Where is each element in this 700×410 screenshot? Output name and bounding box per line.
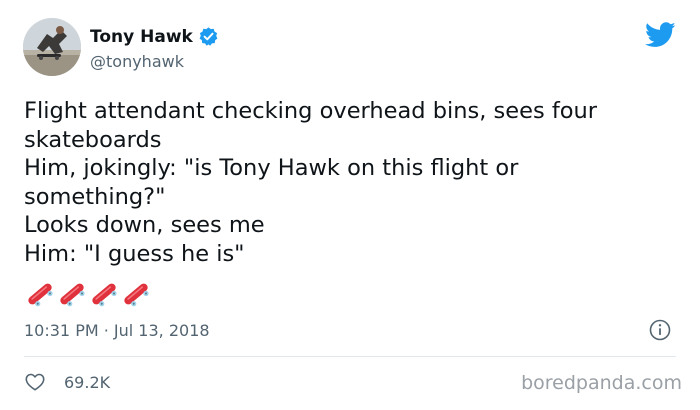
tweet-card: Tony Hawk @tonyhawk Flight attendant che…: [0, 0, 700, 410]
skateboard-emoji: [56, 278, 88, 310]
author-display-name[interactable]: Tony Hawk: [90, 27, 193, 47]
tweet-text-line: skateboards: [24, 126, 162, 153]
emoji-row: [24, 278, 152, 310]
skateboard-emoji: [120, 278, 152, 310]
tweet-text-line: Him, jokingly: "is Tony Hawk on this fli…: [24, 155, 519, 181]
like-count: 69.2K: [64, 372, 111, 392]
tweet-text-line: Him: "I guess he is": [24, 240, 245, 267]
tweet-text-line: Flight attendant checking overhead bins,…: [24, 98, 598, 124]
tweet-text: Flight attendant checking overhead bins,…: [24, 97, 684, 268]
twitter-bird-icon[interactable]: [645, 22, 676, 48]
author-handle[interactable]: @tonyhawk: [90, 52, 184, 71]
avatar-photo: [23, 18, 81, 76]
like-button[interactable]: 69.2K: [24, 371, 110, 393]
tweet-timestamp[interactable]: 10:31 PM · Jul 13, 2018: [24, 321, 210, 340]
tweet-text-line: something?": [24, 183, 166, 210]
avatar[interactable]: [23, 18, 81, 76]
skateboard-emoji: [24, 278, 56, 310]
heart-icon[interactable]: [24, 371, 46, 393]
info-icon[interactable]: [649, 319, 671, 341]
skateboard-emoji: [88, 278, 120, 310]
watermark: boredpanda.com: [521, 372, 682, 394]
divider: [24, 356, 676, 357]
verified-badge-icon: [198, 26, 219, 47]
tweet-text-line: Looks down, sees me: [24, 212, 265, 238]
author-name-row[interactable]: Tony Hawk: [90, 26, 219, 47]
